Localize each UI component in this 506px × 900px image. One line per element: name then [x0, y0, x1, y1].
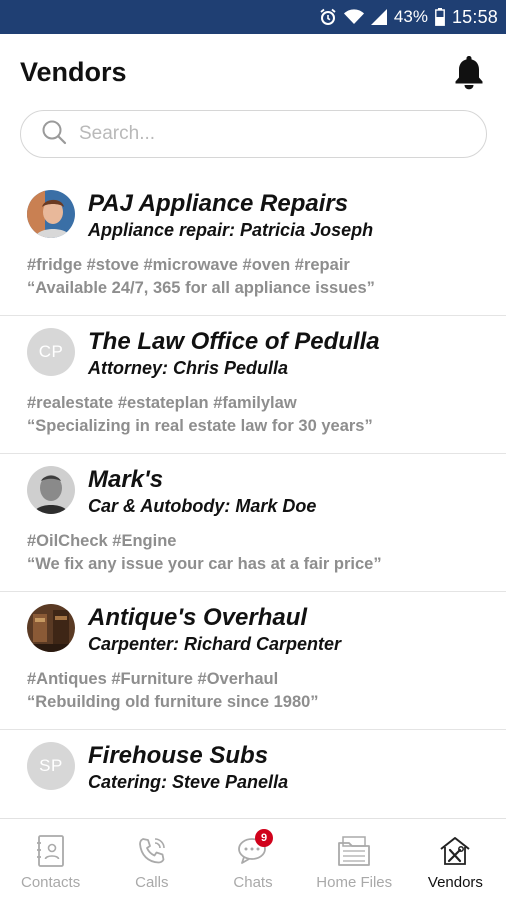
alarm-icon — [319, 8, 337, 26]
search-icon — [41, 119, 67, 150]
vendor-quote: “Specializing in real estate law for 30 … — [27, 417, 373, 435]
vendor-quote: “We fix any issue your car has at a fair… — [27, 555, 382, 573]
tab-label: Home Files — [316, 874, 393, 891]
vendor-name: Mark's — [88, 466, 164, 493]
vendor-item[interactable]: SP Firehouse Subs Catering: Steve Panell… — [0, 730, 506, 818]
tab-label: Calls — [135, 874, 169, 891]
vendor-role: Carpenter: Richard Carpenter — [88, 634, 342, 654]
avatar — [27, 190, 75, 238]
vendor-role: Attorney: Chris Pedulla — [88, 358, 289, 378]
bottom-tab-bar: Contacts Calls 9 Chats Home Files Vendor… — [0, 818, 506, 900]
contacts-icon — [31, 833, 71, 869]
signal-icon — [370, 9, 387, 25]
tab-calls[interactable]: Calls — [101, 819, 202, 900]
avatar: CP — [27, 328, 75, 376]
avatar — [27, 604, 75, 652]
vendor-item[interactable]: Antique's Overhaul Carpenter: Richard Ca… — [0, 592, 506, 730]
vendor-tags: #OilCheck #Engine — [27, 532, 177, 550]
tab-label: Vendors — [427, 874, 483, 891]
vendor-tags: #Antiques #Furniture #Overhaul — [27, 670, 279, 688]
vendor-role: Appliance repair: Patricia Joseph — [88, 220, 374, 240]
avatar — [27, 466, 75, 514]
clock: 15:58 — [451, 6, 498, 27]
avatar: SP — [27, 742, 75, 790]
tab-chats[interactable]: 9 Chats — [202, 819, 303, 900]
vendors-icon — [435, 833, 475, 869]
wifi-icon — [343, 9, 364, 25]
vendor-tags: #fridge #stove #microwave #oven #repair — [27, 256, 350, 274]
vendor-quote: “Available 24/7, 365 for all appliance i… — [27, 279, 375, 297]
tab-label: Contacts — [21, 874, 81, 891]
battery-percent: 43% — [393, 7, 428, 26]
vendor-item[interactable]: PAJ Appliance Repairs Appliance repair: … — [0, 178, 506, 316]
battery-icon — [435, 8, 445, 26]
vendor-list: PAJ Appliance Repairs Appliance repair: … — [0, 178, 506, 818]
tab-contacts[interactable]: Contacts — [0, 819, 101, 900]
chat-icon: 9 — [233, 829, 273, 869]
files-icon — [334, 833, 374, 869]
vendor-name: PAJ Appliance Repairs — [88, 190, 349, 217]
vendor-role: Car & Autobody: Mark Doe — [88, 496, 317, 516]
chat-badge: 9 — [255, 829, 273, 847]
search-bar[interactable] — [20, 110, 487, 158]
vendor-role: Catering: Steve Panella — [88, 772, 289, 792]
tab-home-files[interactable]: Home Files — [304, 819, 405, 900]
vendor-name: The Law Office of Pedulla — [88, 328, 380, 355]
header: Vendors — [0, 34, 506, 110]
tab-vendors[interactable]: Vendors — [405, 819, 506, 900]
vendor-quote: “Rebuilding old furniture since 1980” — [27, 693, 319, 711]
vendor-name: Antique's Overhaul — [88, 604, 308, 631]
search-input[interactable] — [79, 123, 459, 145]
vendor-item[interactable]: CP The Law Office of Pedulla Attorney: C… — [0, 316, 506, 454]
page-title: Vendors — [20, 56, 127, 87]
vendor-name: Firehouse Subs — [88, 742, 269, 769]
status-bar: 43% 15:58 — [0, 0, 506, 34]
phone-icon — [132, 833, 172, 869]
vendor-item[interactable]: Mark's Car & Autobody: Mark Doe #OilChec… — [0, 454, 506, 592]
bell-icon[interactable] — [452, 52, 486, 92]
vendor-tags: #realestate #estateplan #familylaw — [27, 394, 297, 412]
tab-label: Chats — [233, 874, 273, 891]
